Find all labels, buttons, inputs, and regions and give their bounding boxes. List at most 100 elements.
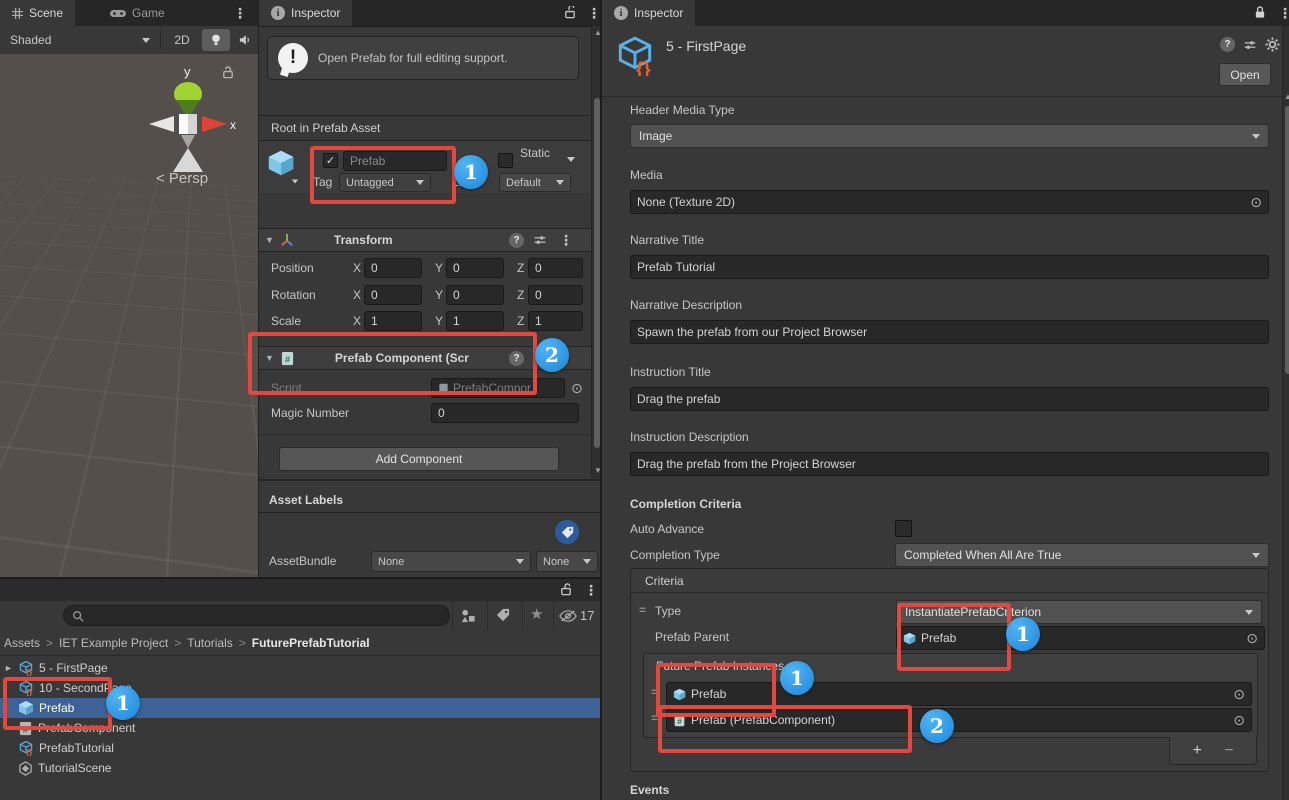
assetbundle-label: AssetBundle — [269, 554, 336, 568]
breadcrumb-futureprefabtutorial[interactable]: FuturePrefabTutorial — [252, 636, 370, 650]
breadcrumb: Assets > IET Example Project > Tutorials… — [0, 630, 600, 656]
annotation-box-prefab-parent — [897, 603, 1011, 671]
lighting-toggle-button[interactable] — [202, 29, 230, 51]
project-toolbar: ★ 17 — [0, 601, 600, 631]
narrative-description-field[interactable]: Spawn the prefab from our Project Browse… — [630, 320, 1269, 344]
completion-criteria-header: Completion Criteria — [630, 497, 741, 511]
label-button[interactable] — [555, 520, 579, 544]
shading-dropdown[interactable]: Shaded — [4, 30, 156, 50]
media-object-field[interactable]: None (Texture 2D)⊙ — [630, 190, 1269, 214]
scale-z-field[interactable]: 1 — [528, 311, 583, 331]
completion-type-dropdown[interactable]: Completed When All Are True — [895, 543, 1269, 567]
scale-y-field[interactable]: 1 — [446, 311, 504, 331]
narrative-description-label: Narrative Description — [630, 298, 742, 312]
object-picker-icon[interactable]: ⊙ — [1250, 195, 1262, 209]
transform-rotation-row: Rotation X 0 Y 0 Z 0 — [259, 285, 601, 307]
search-by-label-button[interactable] — [496, 608, 510, 622]
left-inspector-tabbar: i Inspector ⋮ — [259, 0, 600, 27]
axis-z-label: Z — [517, 261, 524, 275]
object-picker-icon[interactable]: ⊙ — [1233, 713, 1245, 727]
prefab-cube-icon[interactable] — [267, 149, 295, 177]
list-item-label: 5 - FirstPage — [39, 661, 108, 675]
header-media-type-dropdown[interactable]: Image — [630, 124, 1269, 148]
orientation-gizmo[interactable]: y x — [138, 62, 238, 174]
unlock-icon[interactable] — [564, 6, 576, 19]
list-item-tutorialscene[interactable]: TutorialScene — [0, 758, 600, 778]
search-by-type-button[interactable] — [460, 608, 476, 623]
list-item-firstpage[interactable]: ► {} 5 - FirstPage — [0, 658, 600, 678]
tab-scene[interactable]: Scene — [0, 0, 75, 26]
rotation-z-field[interactable]: 0 — [528, 285, 583, 305]
instruction-description-field[interactable]: Drag the prefab from the Project Browser — [630, 452, 1269, 476]
add-component-button[interactable]: Add Component — [279, 447, 559, 471]
scale-x-field[interactable]: 1 — [364, 311, 422, 331]
breadcrumb-tutorials[interactable]: Tutorials — [187, 636, 233, 650]
help-icon[interactable]: ? — [1220, 37, 1235, 52]
position-z-field[interactable]: 0 — [528, 258, 583, 278]
position-x-field[interactable]: 0 — [364, 258, 422, 278]
scale-label: Scale — [271, 314, 301, 328]
right-inspector-menu-icon[interactable]: ⋮ — [1278, 6, 1289, 20]
position-y-field[interactable]: 0 — [446, 258, 504, 278]
breadcrumb-separator: > — [46, 636, 53, 650]
axis-z-label: Z — [517, 288, 524, 302]
left-inspector-menu-icon[interactable]: ⋮ — [587, 6, 601, 20]
presets-icon[interactable] — [533, 233, 547, 247]
presets-icon[interactable] — [1243, 38, 1257, 52]
layer-dropdown[interactable]: Default — [499, 173, 571, 192]
list-item-prefabtutorial[interactable]: {} PrefabTutorial — [0, 738, 600, 758]
scriptable-object-icon: {} — [18, 740, 34, 756]
favorites-button[interactable]: ★ — [530, 605, 543, 623]
project-menu-icon[interactable]: ⋮ — [584, 583, 598, 597]
annotation-box-prefab-component — [248, 332, 537, 395]
hidden-count: 17 — [580, 608, 594, 623]
scene-menu-icon[interactable]: ⋮ — [233, 6, 247, 20]
scene-viewport[interactable]: y x < Persp — [0, 54, 258, 577]
unlock-icon[interactable] — [560, 583, 572, 596]
remove-item-button[interactable]: − — [1224, 742, 1233, 760]
static-dropdown-arrow[interactable] — [567, 157, 575, 162]
assetbundle-variant-dropdown[interactable]: None — [536, 551, 598, 572]
auto-advance-checkbox[interactable] — [895, 520, 912, 537]
breadcrumb-assets[interactable]: Assets — [4, 636, 40, 650]
transform-menu-icon[interactable]: ⋮ — [559, 233, 573, 247]
object-picker-icon[interactable]: ⊙ — [571, 381, 583, 395]
narrative-title-field[interactable]: Prefab Tutorial — [630, 255, 1269, 279]
object-picker-icon[interactable]: ⊙ — [1246, 631, 1258, 645]
tab-inspector-right[interactable]: i Inspector — [602, 0, 695, 26]
add-item-button[interactable]: + — [1192, 742, 1201, 760]
speaker-icon — [238, 34, 252, 46]
tab-game[interactable]: Game — [98, 0, 177, 26]
transform-scale-row: Scale X 1 Y 1 Z 1 — [259, 311, 601, 333]
icon-dropdown-arrow[interactable] — [292, 180, 298, 184]
tab-inspector-left[interactable]: i Inspector — [259, 0, 352, 26]
open-button[interactable]: Open — [1219, 63, 1271, 86]
transform-icon — [280, 233, 294, 247]
search-input[interactable] — [63, 605, 450, 626]
static-checkbox[interactable] — [498, 153, 513, 168]
instruction-title-field[interactable]: Drag the prefab — [630, 387, 1269, 411]
magic-number-field[interactable]: 0 — [431, 403, 579, 423]
hidden-items-button[interactable]: 17 — [558, 608, 594, 623]
helpbox: ! Open Prefab for full editing support. — [267, 36, 579, 80]
transform-header[interactable]: ▼ Transform ? ⋮ — [259, 228, 600, 252]
audio-toggle-button[interactable] — [234, 29, 256, 51]
gear-icon[interactable] — [1265, 37, 1280, 52]
lock-icon[interactable] — [1254, 6, 1266, 19]
right-inspector-scrollbar[interactable]: ▲ — [1282, 26, 1289, 800]
toggle-2d-button[interactable]: 2D — [166, 30, 198, 50]
breadcrumb-iet-example-project[interactable]: IET Example Project — [59, 636, 168, 650]
shapes-icon — [460, 608, 476, 623]
instruction-title-label: Instruction Title — [630, 365, 711, 379]
foldout-open-icon[interactable]: ▼ — [265, 235, 274, 245]
object-picker-icon[interactable]: ⊙ — [1233, 687, 1245, 701]
assetbundle-dropdown[interactable]: None — [371, 551, 531, 572]
prefab-parent-label: Prefab Parent — [655, 630, 729, 644]
magic-number-row: Magic Number 0 — [259, 403, 601, 425]
help-icon[interactable]: ? — [509, 233, 524, 248]
drag-handle[interactable]: = — [639, 603, 646, 617]
foldout-closed-icon[interactable]: ► — [4, 663, 13, 673]
persp-label[interactable]: < Persp — [156, 170, 208, 187]
rotation-y-field[interactable]: 0 — [446, 285, 504, 305]
rotation-x-field[interactable]: 0 — [364, 285, 422, 305]
